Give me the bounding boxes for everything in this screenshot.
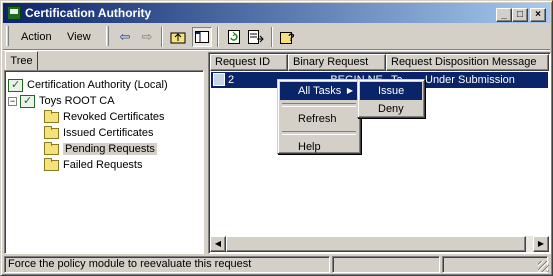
minimize-button[interactable]: _ bbox=[496, 8, 512, 22]
close-button[interactable]: × bbox=[530, 8, 546, 22]
menu-item-issue[interactable]: Issue bbox=[360, 82, 422, 100]
menu-item-all-tasks[interactable]: All Tasks ▶ bbox=[280, 82, 358, 100]
status-message: Force the policy module to reevaluate th… bbox=[4, 256, 330, 273]
back-icon[interactable]: ⇦ bbox=[115, 27, 135, 47]
tree-ca-label: Toys ROOT CA bbox=[39, 95, 115, 107]
toolbar-separator bbox=[161, 27, 163, 47]
status-pane bbox=[442, 256, 548, 273]
tree-ca-node[interactable]: − Toys ROOT CA bbox=[8, 93, 168, 109]
column-label: Binary Request bbox=[293, 56, 369, 68]
forward-icon[interactable]: ⇨ bbox=[137, 27, 157, 47]
tree-pane[interactable]: Certification Authority (Local) − Toys RO… bbox=[4, 70, 204, 254]
tab-tree[interactable]: Tree bbox=[5, 51, 38, 71]
svg-text:?: ? bbox=[288, 32, 295, 44]
scroll-left-button[interactable]: ◀ bbox=[210, 236, 226, 252]
menu-item-label: Issue bbox=[378, 85, 405, 97]
context-menu: All Tasks ▶ Refresh Help bbox=[277, 79, 361, 154]
menu-item-deny[interactable]: Deny bbox=[360, 100, 422, 118]
folder-icon bbox=[44, 125, 59, 139]
show-hide-tree-icon[interactable] bbox=[192, 27, 212, 47]
request-icon bbox=[213, 73, 225, 86]
cell-request-id: 2 bbox=[228, 74, 235, 86]
export-list-icon[interactable] bbox=[246, 27, 266, 47]
help-icon[interactable]: ? bbox=[278, 27, 298, 47]
refresh-icon[interactable] bbox=[224, 27, 244, 47]
cell-disposition-message: Under Submission bbox=[425, 74, 515, 86]
all-tasks-submenu: Issue Deny bbox=[357, 79, 425, 118]
menu-action-label: Action bbox=[21, 31, 52, 43]
resize-grip[interactable] bbox=[538, 261, 549, 272]
tree-item-label: Failed Requests bbox=[63, 159, 143, 171]
tree-root[interactable]: Certification Authority (Local) bbox=[8, 77, 168, 93]
menu-item-refresh[interactable]: Refresh bbox=[280, 110, 358, 128]
menu-item-label: All Tasks bbox=[298, 85, 342, 97]
menubar-grip[interactable] bbox=[6, 26, 9, 46]
tab-tree-label: Tree bbox=[10, 55, 33, 67]
column-label: Request ID bbox=[215, 56, 271, 68]
ca-server-icon bbox=[20, 93, 35, 109]
menu-separator bbox=[282, 103, 356, 107]
menu-item-help[interactable]: Help bbox=[280, 138, 358, 156]
submenu-arrow-icon: ▶ bbox=[346, 86, 353, 95]
menu-action[interactable]: Action bbox=[17, 29, 56, 45]
menu-view[interactable]: View bbox=[63, 29, 95, 45]
certificate-authority-icon bbox=[7, 6, 21, 20]
tree-item-issued-certificates[interactable]: Issued Certificates bbox=[8, 125, 168, 141]
column-header-binary-request[interactable]: Binary Request bbox=[288, 54, 386, 71]
column-header-disposition-message[interactable]: Request Disposition Message bbox=[386, 54, 549, 71]
scroll-right-button[interactable]: ▶ bbox=[533, 236, 549, 252]
open-folder-icon bbox=[44, 141, 59, 155]
status-text: Force the policy module to reevaluate th… bbox=[8, 258, 252, 270]
tree-item-label: Revoked Certificates bbox=[63, 111, 165, 123]
toolbar-separator bbox=[217, 27, 219, 47]
tree-item-revoked-certificates[interactable]: Revoked Certificates bbox=[8, 109, 168, 125]
menu-view-label: View bbox=[67, 31, 91, 43]
menu-item-label: Refresh bbox=[298, 113, 337, 125]
tree-item-label: Pending Requests bbox=[63, 143, 157, 155]
certificate-authority-icon bbox=[8, 77, 23, 93]
tree-root-label: Certification Authority (Local) bbox=[27, 79, 168, 91]
toolbar-grip[interactable] bbox=[106, 26, 109, 46]
scrollbar-thumb[interactable] bbox=[226, 236, 526, 252]
column-header-request-id[interactable]: Request ID bbox=[210, 54, 288, 71]
status-pane bbox=[332, 256, 440, 273]
menu-item-label: Deny bbox=[378, 103, 404, 115]
menu-item-label: Help bbox=[298, 141, 321, 153]
title-bar[interactable]: Certification Authority _ □ × bbox=[3, 3, 550, 23]
folder-icon bbox=[44, 109, 59, 123]
column-label: Request Disposition Message bbox=[391, 56, 537, 68]
tree-item-label: Issued Certificates bbox=[63, 127, 154, 139]
tree-item-pending-requests[interactable]: Pending Requests bbox=[8, 141, 168, 157]
window-title: Certification Authority bbox=[25, 6, 152, 20]
tree-item-failed-requests[interactable]: Failed Requests bbox=[8, 157, 168, 173]
up-folder-icon[interactable] bbox=[168, 27, 188, 47]
collapse-icon[interactable]: − bbox=[8, 96, 17, 106]
folder-icon bbox=[44, 157, 59, 171]
toolbar-divider bbox=[3, 49, 550, 51]
toolbar-separator bbox=[271, 27, 273, 47]
menu-separator bbox=[282, 131, 356, 135]
maximize-button[interactable]: □ bbox=[512, 8, 528, 22]
